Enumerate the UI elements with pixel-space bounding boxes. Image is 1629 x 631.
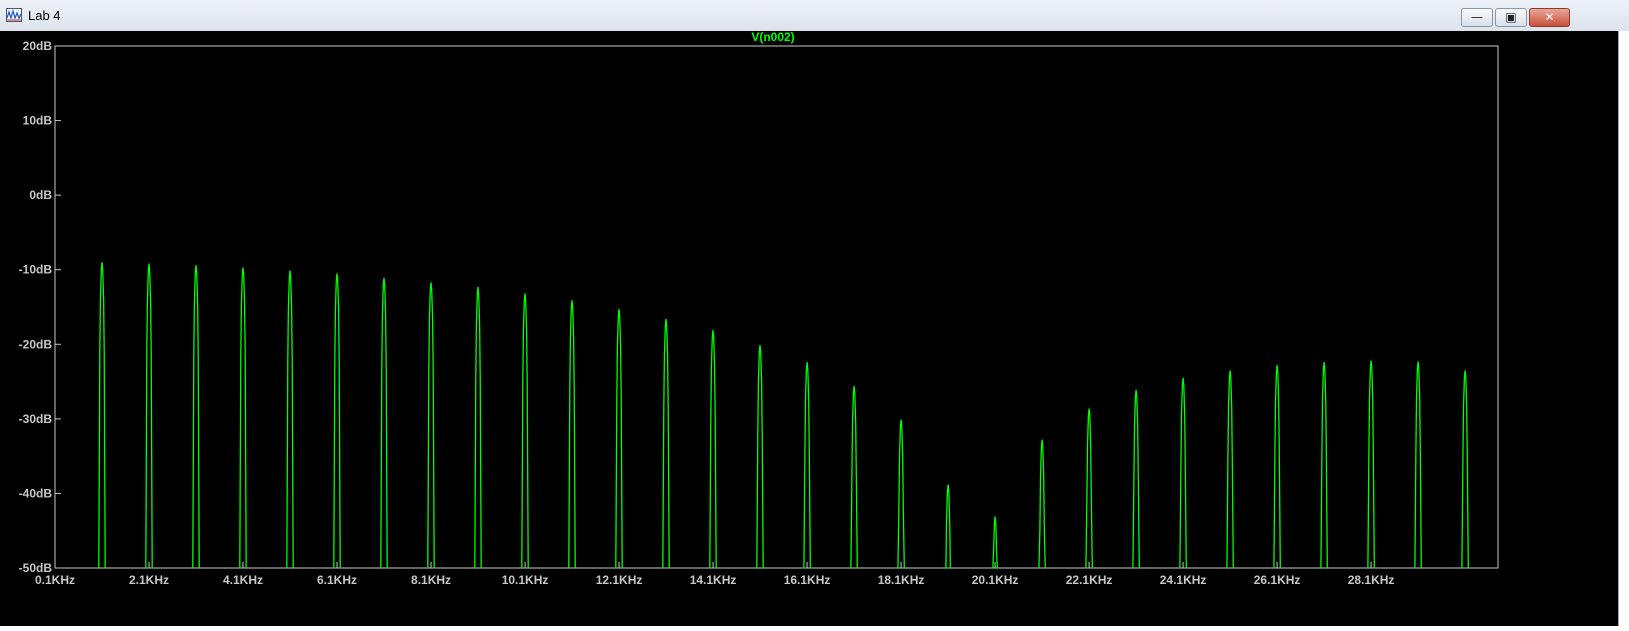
x-tick-label: 28.1KHz: [1348, 573, 1395, 587]
y-tick-label: -40dB: [19, 486, 53, 500]
spectral-peak: [897, 419, 905, 569]
spectral-peak: [991, 516, 999, 569]
x-axis: 0.1KHz 2.1KHz 4.1KHz 6.1KHz 8.1KHz 10.1KHz 12.…: [35, 562, 1394, 587]
y-tick-label: -10dB: [19, 263, 53, 277]
x-tick-label: 18.1KHz: [878, 573, 925, 587]
window-title: Lab 4: [28, 8, 61, 23]
y-tick-label: -20dB: [19, 337, 53, 351]
x-tick-label: 4.1KHz: [223, 573, 263, 587]
y-tick-label: 10dB: [23, 114, 53, 128]
spectral-peak: [427, 282, 435, 569]
x-tick-label: 22.1KHz: [1066, 573, 1113, 587]
spectral-peak: [380, 277, 388, 569]
title-bar: Lab 4 — ▣ ✕: [0, 0, 1629, 32]
x-tick-label: 6.1KHz: [317, 573, 357, 587]
y-tick-label: 20dB: [23, 39, 53, 53]
spectral-peak: [286, 270, 294, 569]
spectral-peak: [239, 267, 247, 569]
trace-v-n002: [98, 262, 1469, 569]
spectral-peak: [756, 344, 764, 569]
x-tick-label: 26.1KHz: [1254, 573, 1301, 587]
spectral-peak: [1320, 362, 1328, 569]
spectral-peak: [1461, 370, 1469, 569]
spectral-peak: [1085, 408, 1093, 569]
spectral-peak: [1179, 377, 1187, 569]
close-button[interactable]: ✕: [1529, 8, 1570, 27]
trace-title[interactable]: V(n002): [751, 30, 794, 44]
x-tick-label: 12.1KHz: [596, 573, 643, 587]
x-tick-label: 20.1KHz: [972, 573, 1019, 587]
spectral-peak: [1367, 360, 1375, 569]
maximize-icon: ▣: [1505, 10, 1517, 24]
waveform-app-icon: [6, 8, 22, 22]
spectral-peak: [803, 362, 811, 569]
y-tick-label: -30dB: [19, 412, 53, 426]
spectral-peak: [568, 300, 576, 569]
x-tick-label: 2.1KHz: [129, 573, 169, 587]
plot-pane[interactable]: V(n002) 20dB 10dB 0dB -10dB -20dB -30dB -40dB -…: [0, 30, 1618, 626]
spectral-peak: [615, 309, 623, 569]
y-tick-label: 0dB: [29, 188, 52, 202]
x-tick-label: 0.1KHz: [35, 573, 75, 587]
minimize-icon: —: [1471, 10, 1483, 24]
spectral-peak: [98, 262, 106, 569]
spectral-peak: [521, 293, 529, 569]
maximize-button[interactable]: ▣: [1495, 8, 1527, 27]
spectral-peak: [709, 330, 717, 569]
spectral-peak: [662, 318, 670, 569]
spectral-peak: [944, 484, 952, 569]
spectral-peak: [474, 286, 482, 569]
plot-border: [54, 45, 1499, 569]
waveform-plot[interactable]: V(n002) 20dB10dB0dB-10dB-20dB-30dB-40dB-…: [0, 30, 1618, 626]
spectral-peak: [1273, 365, 1281, 569]
spectral-peak: [850, 385, 858, 569]
x-tick-label: 16.1KHz: [784, 573, 831, 587]
x-tick-label: 14.1KHz: [690, 573, 737, 587]
spectral-peak: [1038, 439, 1046, 569]
x-tick-label: 10.1KHz: [502, 573, 549, 587]
minimize-button[interactable]: —: [1461, 8, 1493, 27]
spectral-peak: [145, 263, 153, 569]
spectral-peak: [333, 273, 341, 569]
spectral-peak: [1132, 389, 1140, 569]
x-tick-label: 24.1KHz: [1160, 573, 1207, 587]
window-right-border: [1618, 31, 1629, 626]
x-tick-label: 8.1KHz: [411, 573, 451, 587]
spectral-peak: [1414, 361, 1422, 569]
spectral-peak: [192, 265, 200, 569]
close-icon: ✕: [1544, 10, 1555, 24]
spectral-peak: [1226, 370, 1234, 569]
